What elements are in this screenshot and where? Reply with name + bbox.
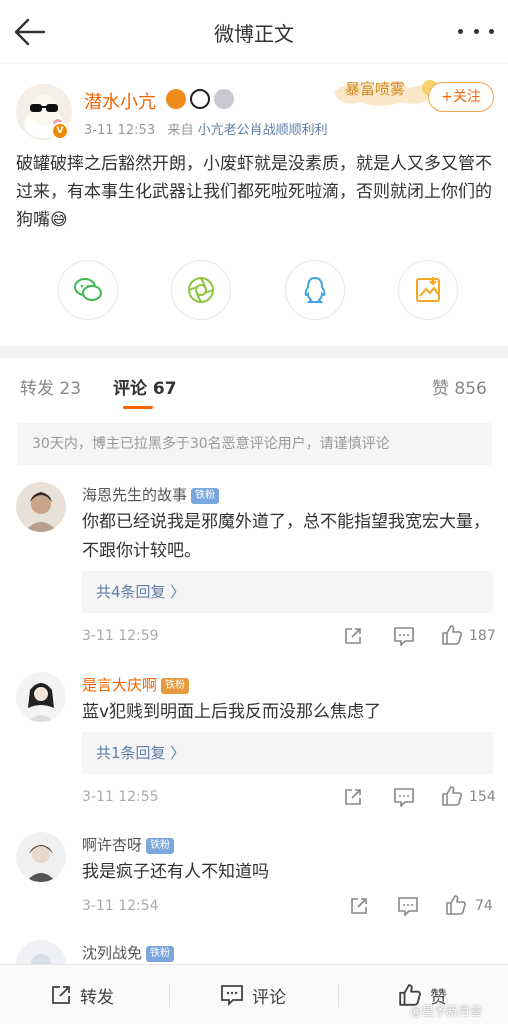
moments-icon bbox=[188, 277, 215, 303]
interaction-tabs: 转发 23 评论 67 赞 856 bbox=[0, 358, 508, 412]
comment-text: 你都已经说我是邪魔外道了，总不能指望我宽宏大量，不跟你计较吧。 bbox=[82, 512, 490, 561]
share-row bbox=[58, 260, 458, 320]
fan-badge: 铁粉 bbox=[146, 838, 175, 854]
view-replies-link[interactable]: 共4条回复 〉 bbox=[82, 571, 493, 613]
wechat-icon bbox=[74, 278, 102, 301]
repost-button[interactable]: 转发 bbox=[50, 965, 114, 1024]
watermark: @星予新月叁 bbox=[410, 1004, 483, 1018]
reply-comment-icon[interactable] bbox=[397, 896, 419, 916]
share-wechat-button[interactable] bbox=[58, 260, 118, 320]
repost-comment-icon[interactable] bbox=[343, 626, 363, 646]
separator bbox=[169, 983, 170, 1007]
qq-icon bbox=[304, 276, 326, 303]
repost-comment-icon[interactable] bbox=[343, 787, 363, 807]
comment-notice: 30天内，博主已拉黑多于30名恶意评论用户，请谨慎评论 bbox=[18, 423, 492, 465]
comment-time: 3-11 12:54 bbox=[82, 898, 159, 914]
save-image-button[interactable] bbox=[397, 260, 458, 320]
fan-badge: 铁粉 bbox=[191, 488, 220, 504]
repost-comment-icon[interactable] bbox=[349, 896, 369, 916]
like-thumb-icon[interactable] bbox=[445, 894, 467, 916]
tab-like[interactable]: 赞 856 bbox=[432, 374, 487, 399]
like-count: 74 bbox=[475, 898, 493, 914]
commenter-name[interactable]: 啊许杏呀 铁粉 bbox=[82, 834, 175, 855]
share-qq-button[interactable] bbox=[284, 260, 345, 320]
post-time: 3-11 12:53 bbox=[84, 123, 156, 138]
repost-label: 转发 bbox=[80, 987, 114, 1008]
like-thumb-icon[interactable] bbox=[441, 785, 463, 807]
comment-label: 评论 bbox=[252, 987, 286, 1008]
like-count: 154 bbox=[469, 789, 496, 805]
reply-comment-icon[interactable] bbox=[393, 787, 415, 807]
verified-badge-icon: V bbox=[51, 122, 69, 140]
follow-button[interactable]: +关注 bbox=[428, 82, 494, 112]
save-image-icon bbox=[415, 277, 440, 302]
comment-text: 我是疯子还有人不知道吗 bbox=[82, 862, 269, 882]
commenter-name[interactable]: 海恩先生的故事 铁粉 bbox=[82, 484, 220, 505]
top-navigation-bar: 微博正文 bbox=[0, 0, 508, 64]
panda-icon bbox=[190, 89, 210, 109]
reply-comment-icon[interactable] bbox=[393, 626, 415, 646]
share-moments-button[interactable] bbox=[171, 260, 232, 320]
page-title: 微博正文 bbox=[214, 22, 294, 46]
commenter-name[interactable]: 是言大庆啊 铁粉 bbox=[82, 674, 190, 695]
banner-text: 暴富喷雾 bbox=[345, 80, 406, 98]
post-body-text: 破罐破摔之后豁然开朗，小废虾就是没素质，就是人又多又管不过来，有本事生化武器让我… bbox=[16, 154, 492, 230]
like-thumb-icon[interactable] bbox=[441, 624, 463, 646]
section-divider bbox=[0, 346, 508, 358]
commenter-name[interactable]: 沈列战免 铁粉 bbox=[82, 942, 175, 963]
author-name[interactable]: 潜水小亢 bbox=[84, 88, 156, 114]
more-options-icon[interactable] bbox=[458, 16, 494, 46]
post-meta: 3-11 12:53 来自 小亢老公肖战顺顺利利 bbox=[84, 119, 328, 138]
source-prefix: 来自 bbox=[167, 123, 194, 138]
separator bbox=[338, 983, 339, 1007]
tab-comment[interactable]: 评论 67 bbox=[113, 374, 177, 399]
comment-icon bbox=[221, 985, 243, 1006]
post-card: V 潜水小亢 3-11 12:53 来自 小亢老公肖战顺顺利利 暴富喷雾 +关注… bbox=[0, 64, 508, 346]
commenter-avatar[interactable] bbox=[16, 832, 66, 882]
commenter-avatar[interactable] bbox=[16, 672, 66, 722]
comment-text: 蓝v犯贱到明面上后我反而没那么焦虑了 bbox=[82, 702, 382, 722]
medal-icon bbox=[214, 89, 234, 109]
member-crown-icon bbox=[166, 89, 186, 109]
fan-badge: 铁粉 bbox=[161, 678, 190, 694]
post-source[interactable]: 小亢老公肖战顺顺利利 bbox=[198, 123, 328, 138]
comment-button[interactable]: 评论 bbox=[220, 965, 286, 1024]
repost-icon bbox=[52, 986, 70, 1004]
view-replies-link[interactable]: 共1条回复 〉 bbox=[82, 732, 493, 774]
comment-time: 3-11 12:55 bbox=[82, 789, 159, 805]
tab-active-indicator bbox=[123, 406, 153, 409]
like-count: 187 bbox=[469, 628, 496, 644]
tab-repost[interactable]: 转发 23 bbox=[20, 374, 81, 399]
comment-time: 3-11 12:59 bbox=[82, 628, 159, 644]
commenter-avatar[interactable] bbox=[16, 482, 66, 532]
fan-badge: 铁粉 bbox=[146, 946, 175, 962]
